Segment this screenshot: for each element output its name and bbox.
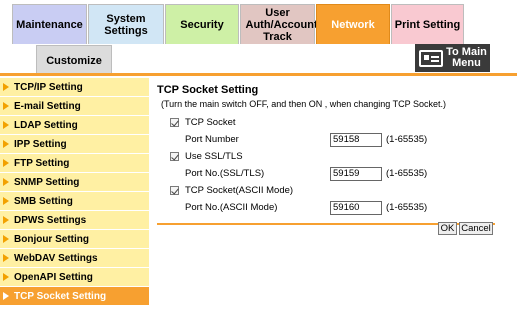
sidebar-item-label: IPP Setting: [14, 138, 67, 150]
sidebar-item-e-mail-setting[interactable]: E-mail Setting: [0, 97, 149, 116]
cancel-button[interactable]: Cancel: [459, 222, 493, 235]
sidebar-item-label: FTP Setting: [14, 157, 70, 169]
tab-customize[interactable]: Customize: [36, 45, 112, 75]
tab-maintenance[interactable]: Maintenance: [12, 4, 87, 44]
sidebar-item-label: E-mail Setting: [14, 100, 81, 112]
ascii-mode-label: TCP Socket(ASCII Mode): [185, 185, 294, 196]
sidebar-item-snmp-setting[interactable]: SNMP Setting: [0, 173, 149, 192]
sidebar-item-openapi-setting[interactable]: OpenAPI Setting: [0, 268, 149, 287]
tcp-socket-checkbox[interactable]: [170, 118, 179, 127]
sidebar-item-ipp-setting[interactable]: IPP Setting: [0, 135, 149, 154]
main-menu-icon: [419, 49, 443, 67]
tab-system-settings[interactable]: System Settings: [88, 4, 164, 44]
arrow-right-icon: [3, 121, 9, 129]
sidebar-item-label: TCP Socket Setting: [14, 290, 107, 302]
arrow-right-icon: [3, 178, 9, 186]
port-number-range: (1-65535): [386, 134, 428, 145]
sidebar-item-label: DPWS Settings: [14, 214, 87, 226]
ok-button[interactable]: OK: [438, 222, 457, 235]
tcp-socket-label: TCP Socket: [185, 117, 236, 128]
arrow-right-icon: [3, 216, 9, 224]
tab-underline: [0, 73, 517, 76]
ssl-port-input[interactable]: [330, 166, 382, 181]
sidebar: TCP/IP Setting E-mail Setting LDAP Setting…: [0, 78, 149, 306]
sidebar-item-dpws-settings[interactable]: DPWS Settings: [0, 211, 149, 230]
sidebar-item-ldap-setting[interactable]: LDAP Setting: [0, 116, 149, 135]
arrow-right-icon: [3, 140, 9, 148]
use-ssl-tls-checkbox[interactable]: [170, 152, 179, 161]
arrow-right-icon: [3, 102, 9, 110]
ascii-port-range: (1-65535): [386, 202, 428, 213]
arrow-right-icon: [3, 292, 9, 300]
sidebar-item-label: Bonjour Setting: [14, 233, 89, 245]
sidebar-item-webdav-settings[interactable]: WebDAV Settings: [0, 249, 149, 268]
main-menu-label: To Main Menu: [446, 46, 487, 69]
sidebar-item-label: OpenAPI Setting: [14, 271, 93, 283]
tab-network[interactable]: Network: [316, 4, 390, 44]
sidebar-item-bonjour-setting[interactable]: Bonjour Setting: [0, 230, 149, 249]
tab-print-setting[interactable]: Print Setting: [391, 4, 464, 44]
arrow-right-icon: [3, 197, 9, 205]
use-ssl-tls-label: Use SSL/TLS: [185, 151, 243, 162]
arrow-right-icon: [3, 83, 9, 91]
arrow-right-icon: [3, 273, 9, 281]
port-number-input[interactable]: [330, 132, 382, 147]
arrow-right-icon: [3, 254, 9, 262]
ascii-port-label: Port No.(ASCII Mode): [185, 202, 278, 213]
arrow-right-icon: [3, 235, 9, 243]
to-main-menu-button[interactable]: To Main Menu: [415, 44, 490, 72]
ssl-port-range: (1-65535): [386, 168, 428, 179]
settings-panel: TCP Socket Setting (Turn the main switch…: [157, 84, 495, 225]
port-number-label: Port Number: [185, 134, 239, 145]
sidebar-item-label: SMB Setting: [14, 195, 73, 207]
ssl-port-label: Port No.(SSL/TLS): [185, 168, 265, 179]
tab-security[interactable]: Security: [165, 4, 239, 44]
restart-note: (Turn the main switch OFF, and then ON ,…: [161, 99, 446, 109]
sidebar-item-label: WebDAV Settings: [14, 252, 98, 264]
sidebar-item-tcp-socket-setting[interactable]: TCP Socket Setting: [0, 287, 149, 306]
sidebar-item-tcp-ip-setting[interactable]: TCP/IP Setting: [0, 78, 149, 97]
tab-user-auth-account-track[interactable]: User Auth/Account Track: [240, 4, 318, 44]
page-title: TCP Socket Setting: [157, 84, 259, 96]
sidebar-item-label: TCP/IP Setting: [14, 81, 83, 93]
sidebar-item-label: SNMP Setting: [14, 176, 80, 188]
ascii-port-input[interactable]: [330, 200, 382, 215]
sidebar-item-ftp-setting[interactable]: FTP Setting: [0, 154, 149, 173]
sidebar-item-label: LDAP Setting: [14, 119, 78, 131]
arrow-right-icon: [3, 159, 9, 167]
sidebar-item-smb-setting[interactable]: SMB Setting: [0, 192, 149, 211]
ascii-mode-checkbox[interactable]: [170, 186, 179, 195]
